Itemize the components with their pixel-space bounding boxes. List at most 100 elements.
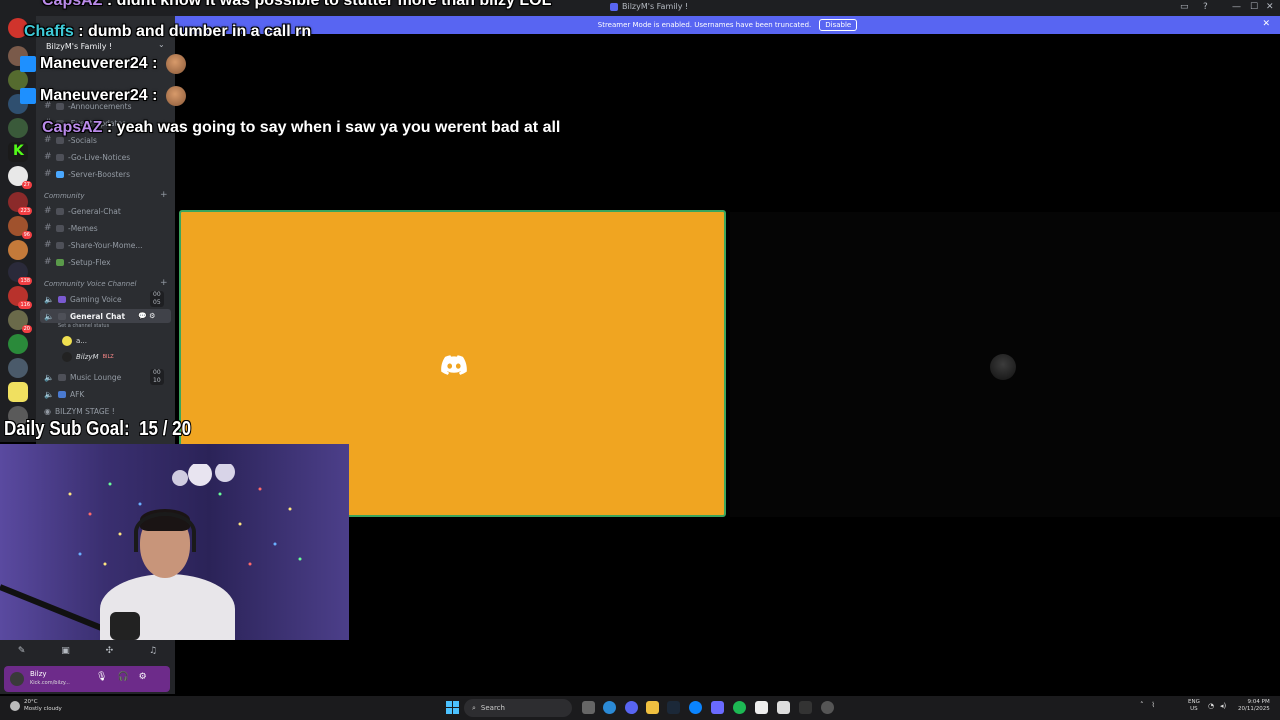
account-bar: Bilzy Kick.com/bilzy... 🎙 🎧 ⚙ [4,666,170,692]
stage-bilzym-stage[interactable]: ◉ BILZYM STAGE ! [44,404,115,418]
voice-controls-row: ✎ ▣ ✣ ♫ [0,642,175,660]
avatar [62,352,72,362]
task-view-icon[interactable] [582,701,595,714]
chat-text: didnt know it was possible to stutter mo… [116,0,552,9]
avatar[interactable] [10,672,24,686]
file-explorer-icon[interactable] [646,701,659,714]
server-icon-12[interactable]: 116 [8,286,32,309]
headphones-icon[interactable]: 🎧 [117,672,128,682]
category-community[interactable]: Community [44,192,85,200]
voice-music-lounge[interactable]: 🔈 Music Lounge 00 10 [44,369,164,385]
channel-share-your-moments[interactable]: # -Share-Your-Mome... [44,239,143,251]
server-name[interactable]: BilzyM's Family ! [46,42,112,51]
voice-afk[interactable]: 🔈 AFK [44,387,84,401]
help-icon[interactable]: ? [1203,2,1208,12]
voice-user[interactable]: a... [62,336,87,346]
chat-message: Maneuverer24 : [20,86,186,106]
channel-emoji-icon [57,390,66,398]
server-icon-8[interactable]: 223 [8,192,32,215]
settings-gear-icon[interactable]: ⚙ [139,672,147,682]
chat-username: Maneuverer24 [40,87,148,105]
steam-icon[interactable] [667,701,680,714]
voice-user[interactable]: BilzyM BILZ [62,352,114,362]
chat-message: Maneuverer24 : [20,54,186,74]
taskbar-search[interactable]: ⌕ Search [464,699,572,717]
banner-close-icon[interactable]: ✕ [1262,19,1270,29]
mention-badge: 223 [18,207,32,215]
server-icon-10[interactable] [8,240,28,260]
streamer-webcam [0,444,349,640]
disable-streamer-mode-button[interactable]: Disable [819,19,858,31]
username[interactable]: Bilzy [30,670,47,678]
chat-message: Chaffs : dumb and dumber in a call rn [24,23,312,40]
server-icon-9[interactable]: 96 [8,216,32,239]
voice-general-chat[interactable]: 🔈 General Chat 💬 ⚙ [40,309,171,323]
windows-start-icon[interactable] [446,701,459,714]
chevron-down-icon[interactable]: ⌄ [158,40,165,49]
app-icon[interactable] [755,701,768,714]
streamer-mode-banner: Streamer Mode is enabled. Usernames have… [175,16,1280,34]
user-panel: ✎ ▣ ✣ ♫ Bilzy Kick.com/bilzy... 🎙 🎧 ⚙ [0,640,175,694]
store-icon[interactable] [777,701,790,714]
stage-icon: ◉ [44,406,51,416]
channel-memes[interactable]: # -Memes [44,222,98,234]
wifi-icon[interactable]: ◔ [1208,702,1214,710]
server-icon-13[interactable]: 20 [8,310,32,333]
search-icon: ⌕ [472,703,476,712]
channel-emoji-icon [56,207,64,215]
spotify-icon[interactable] [733,701,746,714]
channel-emoji-icon [57,312,66,320]
channel-emoji-icon [56,241,64,249]
add-channel-icon[interactable]: + [160,190,168,200]
maximize-button[interactable]: ☐ [1250,2,1258,12]
mic-icon[interactable]: 🎙 [96,672,107,682]
edge-icon[interactable] [689,701,702,714]
app-icon[interactable] [799,701,812,714]
category-voice[interactable]: Community Voice Channel [44,280,136,288]
channel-setup-flex[interactable]: # -Setup-Flex [44,256,111,268]
discord-taskbar-icon[interactable] [625,701,638,714]
app-icon[interactable] [821,701,834,714]
video-tile-participant[interactable] [730,212,1280,517]
kick-server-icon[interactable]: K [8,142,28,162]
server-icon-11[interactable]: 138 [8,262,32,285]
activities-icon[interactable]: ✣ [106,646,114,656]
chat-text: dumb and dumber in a call rn [88,23,312,40]
add-channel-icon[interactable]: + [160,278,168,288]
camera-icon[interactable]: ✎ [18,646,26,656]
server-icon-5[interactable] [8,118,28,138]
hash-icon: # [44,223,52,233]
sub-goal-target: 20 [172,418,192,440]
app-icon[interactable] [711,701,724,714]
server-icon-15[interactable] [8,358,28,378]
inbox-icon[interactable]: ▭ [1180,2,1189,12]
mention-badge: 116 [18,301,32,309]
weather-widget[interactable]: 20°C Mostly cloudy [10,699,62,713]
chevron-up-icon[interactable]: ˄ [1140,701,1144,709]
language-indicator[interactable]: ENG US [1188,699,1200,713]
close-button[interactable]: ✕ [1266,2,1274,12]
volume-icon[interactable]: ◂) [1220,702,1226,710]
voice-channel-actions-icon[interactable]: 💬 ⚙ [138,312,155,320]
channel-emoji-icon [57,373,66,381]
channel-server-boosters[interactable]: # -Server-Boosters [44,168,130,180]
speaker-icon: 🔈 [44,389,54,399]
voice-gaming-voice[interactable]: 🔈 Gaming Voice 00 05 [44,291,164,307]
server-icon-7[interactable]: 27 [8,166,32,189]
channel-go-live-notices[interactable]: # -Go-Live-Notices [44,151,130,163]
channel-status-hint[interactable]: Set a channel status [58,323,109,329]
server-icon [610,2,618,11]
network-icon[interactable]: ⌇ [1152,701,1155,709]
minimize-button[interactable]: — [1232,2,1241,12]
soundboard-icon[interactable]: ♫ [149,646,157,656]
chrome-icon[interactable] [603,701,616,714]
system-clock[interactable]: 9:04 PM 20/11/2025 [1238,699,1270,713]
screen-share-icon[interactable]: ▣ [61,646,70,656]
channel-emoji-icon [56,136,64,144]
chat-username: CapsAZ [42,119,103,136]
channel-general-chat[interactable]: # -General-Chat [44,205,121,217]
server-icon-16[interactable] [8,382,28,402]
avatar [62,336,72,346]
server-icon-14[interactable] [8,334,28,354]
chat-message: CapsAZ : didnt know it was possible to s… [42,0,551,10]
